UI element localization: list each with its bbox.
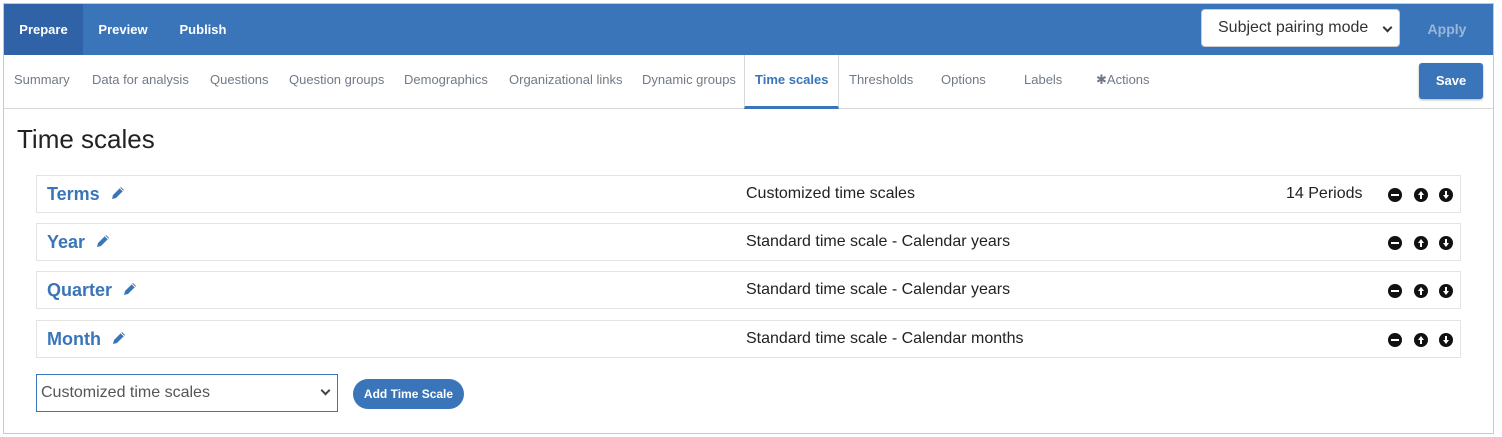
tab-actions[interactable]: ✱Actions (1096, 55, 1150, 108)
move-down-icon[interactable] (1438, 283, 1454, 299)
remove-icon[interactable] (1387, 235, 1403, 251)
move-down-icon[interactable] (1438, 187, 1454, 203)
time-scale-name[interactable]: Terms (47, 176, 126, 212)
top-bar: Prepare Preview Publish Subject pairing … (4, 4, 1493, 55)
tab-publish[interactable]: Publish (163, 4, 243, 55)
remove-icon[interactable] (1387, 332, 1403, 348)
time-scale-name[interactable]: Month (47, 321, 127, 357)
add-time-scale-button[interactable]: Add Time Scale (353, 379, 464, 409)
remove-icon[interactable] (1387, 187, 1403, 203)
time-scale-type-select[interactable]: Customized time scales (36, 374, 338, 412)
time-scale-periods: 14 Periods (1286, 185, 1363, 202)
time-scale-row: Quarter Standard time scale - Calendar y… (36, 271, 1461, 309)
time-scale-name-label: Year (47, 232, 86, 252)
time-scale-type-value: Customized time scales (41, 384, 210, 401)
edit-pencil-icon[interactable] (111, 322, 127, 358)
tab-options[interactable]: Options (941, 55, 986, 108)
move-up-icon[interactable] (1413, 235, 1429, 251)
tab-dynamic-groups[interactable]: Dynamic groups (642, 55, 736, 108)
time-scale-row: Year Standard time scale - Calendar year… (36, 223, 1461, 261)
tab-summary[interactable]: Summary (14, 55, 70, 108)
tab-time-scales[interactable]: Time scales (744, 55, 840, 109)
mode-select-value: Subject pairing mode (1218, 19, 1369, 36)
chevron-down-icon (320, 385, 331, 396)
tab-data-for-analysis[interactable]: Data for analysis (92, 55, 189, 108)
sub-navigation: Summary Data for analysis Questions Ques… (4, 55, 1493, 109)
time-scale-name-label: Quarter (47, 280, 113, 300)
time-scale-description: Customized time scales (746, 185, 915, 202)
tab-thresholds[interactable]: Thresholds (849, 55, 913, 108)
time-scale-description: Standard time scale - Calendar years (746, 281, 1011, 298)
move-down-icon[interactable] (1438, 332, 1454, 348)
tab-question-groups[interactable]: Question groups (289, 55, 384, 108)
time-scale-row: Month Standard time scale - Calendar mon… (36, 320, 1461, 358)
tab-organizational-links[interactable]: Organizational links (509, 55, 622, 108)
time-scale-description: Standard time scale - Calendar years (746, 233, 1011, 250)
time-scale-name-label: Month (47, 329, 101, 349)
time-scale-name[interactable]: Quarter (47, 272, 138, 308)
time-scale-name-label: Terms (47, 184, 100, 204)
app-frame: Prepare Preview Publish Subject pairing … (3, 3, 1494, 434)
tab-questions[interactable]: Questions (210, 55, 269, 108)
tab-demographics[interactable]: Demographics (404, 55, 488, 108)
edit-pencil-icon[interactable] (110, 177, 126, 213)
time-scale-name[interactable]: Year (47, 224, 111, 260)
time-scale-row: Terms Customized time scales 14 Periods (36, 175, 1461, 213)
move-up-icon[interactable] (1413, 283, 1429, 299)
page-title: Time scales (17, 124, 155, 154)
tab-labels[interactable]: Labels (1024, 55, 1062, 108)
edit-pencil-icon[interactable] (95, 225, 111, 261)
tab-preview[interactable]: Preview (83, 4, 163, 55)
move-down-icon[interactable] (1438, 235, 1454, 251)
time-scale-description: Standard time scale - Calendar months (746, 330, 1024, 347)
tab-prepare[interactable]: Prepare (4, 4, 83, 55)
save-button[interactable]: Save (1419, 63, 1483, 99)
move-up-icon[interactable] (1413, 187, 1429, 203)
mode-select[interactable]: Subject pairing mode (1201, 9, 1400, 47)
remove-icon[interactable] (1387, 283, 1403, 299)
apply-button[interactable]: Apply (1422, 4, 1472, 55)
move-up-icon[interactable] (1413, 332, 1429, 348)
edit-pencil-icon[interactable] (122, 273, 138, 309)
chevron-down-icon (1382, 22, 1393, 33)
